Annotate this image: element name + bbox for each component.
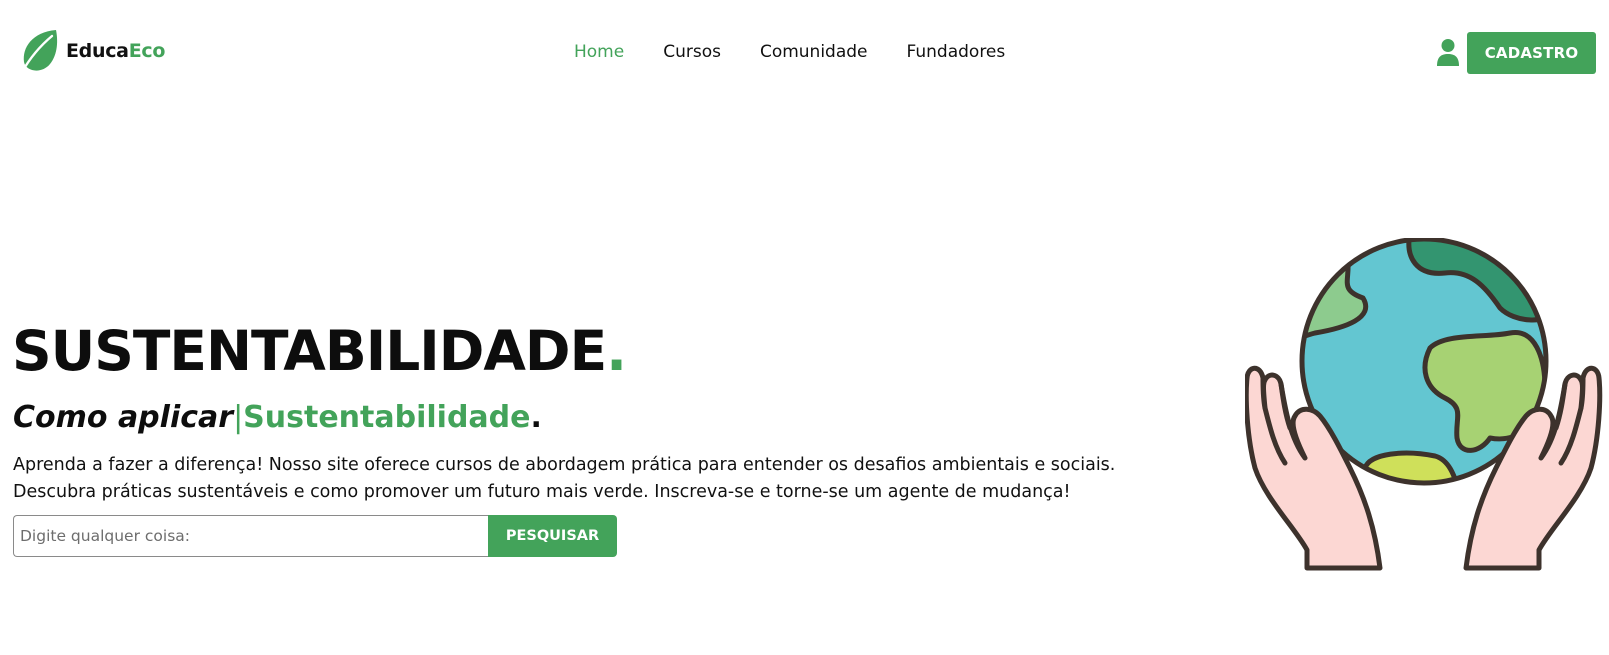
hero-description: Aprenda a fazer a diferença! Nosso site … bbox=[13, 452, 1193, 506]
hero-title: SUSTENTABILIDADE. bbox=[12, 318, 627, 384]
typing-cursor: | bbox=[233, 400, 244, 435]
nav-item-home[interactable]: Home bbox=[574, 40, 624, 64]
search-button[interactable]: PESQUISAR bbox=[488, 515, 617, 557]
search-form: PESQUISAR bbox=[13, 515, 617, 557]
user-icon[interactable] bbox=[1436, 38, 1460, 66]
brand-name: EducaEco bbox=[66, 40, 165, 62]
nav-item-cursos[interactable]: Cursos bbox=[663, 40, 721, 64]
nav-item-fundadores[interactable]: Fundadores bbox=[907, 40, 1006, 64]
site-header: EducaEco Home Cursos Comunidade Fundador… bbox=[0, 0, 1609, 104]
hero-description-line1: Aprenda a fazer a diferença! Nosso site … bbox=[13, 455, 1116, 475]
hero-description-line2: Descubra práticas sustentáveis e como pr… bbox=[13, 482, 1071, 502]
hero-subtitle-highlight: Sustentabilidade bbox=[243, 400, 531, 435]
hero-title-dot: . bbox=[606, 319, 627, 383]
brand-logo[interactable]: EducaEco bbox=[20, 28, 165, 74]
hero-subtitle-end: . bbox=[530, 400, 542, 435]
hands-holding-globe-illustration bbox=[1245, 238, 1603, 571]
hero-title-text: SUSTENTABILIDADE bbox=[12, 319, 607, 383]
main-nav: Home Cursos Comunidade Fundadores bbox=[574, 40, 1005, 64]
brand-name-part2: Eco bbox=[128, 40, 166, 62]
page: EducaEco Home Cursos Comunidade Fundador… bbox=[0, 0, 1609, 655]
nav-item-comunidade[interactable]: Comunidade bbox=[760, 40, 868, 64]
signup-button[interactable]: CADASTRO bbox=[1467, 32, 1596, 74]
hero-subtitle-lead: Como aplicar bbox=[13, 400, 234, 435]
leaf-icon bbox=[20, 30, 58, 74]
brand-name-part1: Educa bbox=[66, 40, 129, 62]
search-input[interactable] bbox=[13, 515, 488, 557]
hero-subtitle: Como aplicar|Sustentabilidade. bbox=[13, 398, 542, 438]
